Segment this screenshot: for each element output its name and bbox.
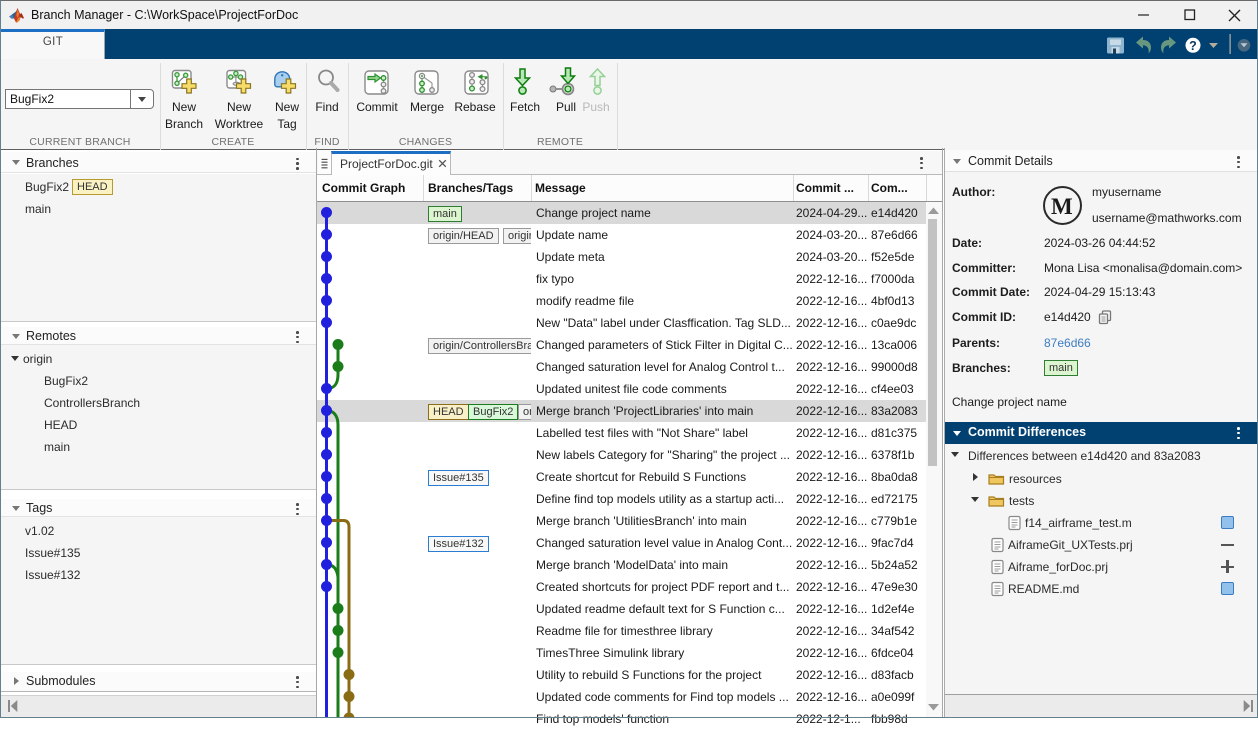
- svg-text:?: ?: [1189, 39, 1197, 53]
